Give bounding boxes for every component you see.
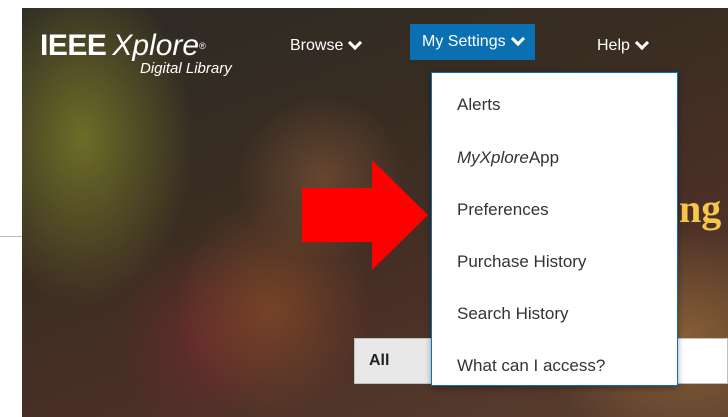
menu-item-alerts[interactable]: Alerts	[432, 79, 677, 131]
logo-registered: ®	[199, 41, 206, 51]
menu-item-purchase-history[interactable]: Purchase History	[432, 236, 677, 288]
menu-item-search-history[interactable]: Search History	[432, 288, 677, 340]
nav-my-settings[interactable]: My Settings	[410, 24, 535, 60]
red-arrow-icon	[302, 160, 428, 270]
menu-item-preferences[interactable]: Preferences	[432, 184, 677, 236]
nav-help[interactable]: Help	[597, 28, 649, 64]
nav-browse[interactable]: Browse	[290, 28, 363, 64]
menu-item-label-italic: MyXplore	[457, 147, 529, 167]
nav-help-label: Help	[597, 37, 630, 54]
divider	[0, 236, 22, 237]
menu-item-myxplore-app[interactable]: MyXplore App	[432, 131, 677, 184]
nav-my-settings-label: My Settings	[422, 33, 506, 50]
left-margin	[0, 0, 22, 417]
nav-browse-label: Browse	[290, 37, 344, 54]
ieee-xplore-logo[interactable]: IEEE Xplore® Digital Library	[40, 29, 232, 78]
menu-item-what-can-i-access[interactable]: What can I access?	[432, 340, 677, 392]
logo-subtitle: Digital Library	[140, 60, 232, 77]
chevron-down-icon	[634, 35, 649, 51]
menu-item-label: What can I access?	[457, 356, 606, 375]
chevron-down-icon	[510, 31, 525, 47]
logo-xplore: Xplore	[112, 29, 200, 62]
search-scope-select[interactable]: All	[354, 338, 434, 384]
menu-item-label: Preferences	[457, 200, 549, 219]
menu-item-label: Search History	[457, 304, 569, 323]
chevron-down-icon	[348, 35, 363, 51]
logo-ieee: IEEE	[40, 29, 107, 62]
search-scope-label: All	[369, 352, 390, 369]
menu-item-label: Purchase History	[457, 252, 587, 271]
menu-item-label: App	[528, 147, 560, 167]
search-input[interactable]	[672, 338, 728, 384]
menu-item-label: Alerts	[457, 95, 501, 114]
my-settings-dropdown-menu: Alerts MyXplore App Preferences Purchase …	[431, 72, 678, 386]
hero-headline-fragment: ng	[679, 186, 722, 231]
